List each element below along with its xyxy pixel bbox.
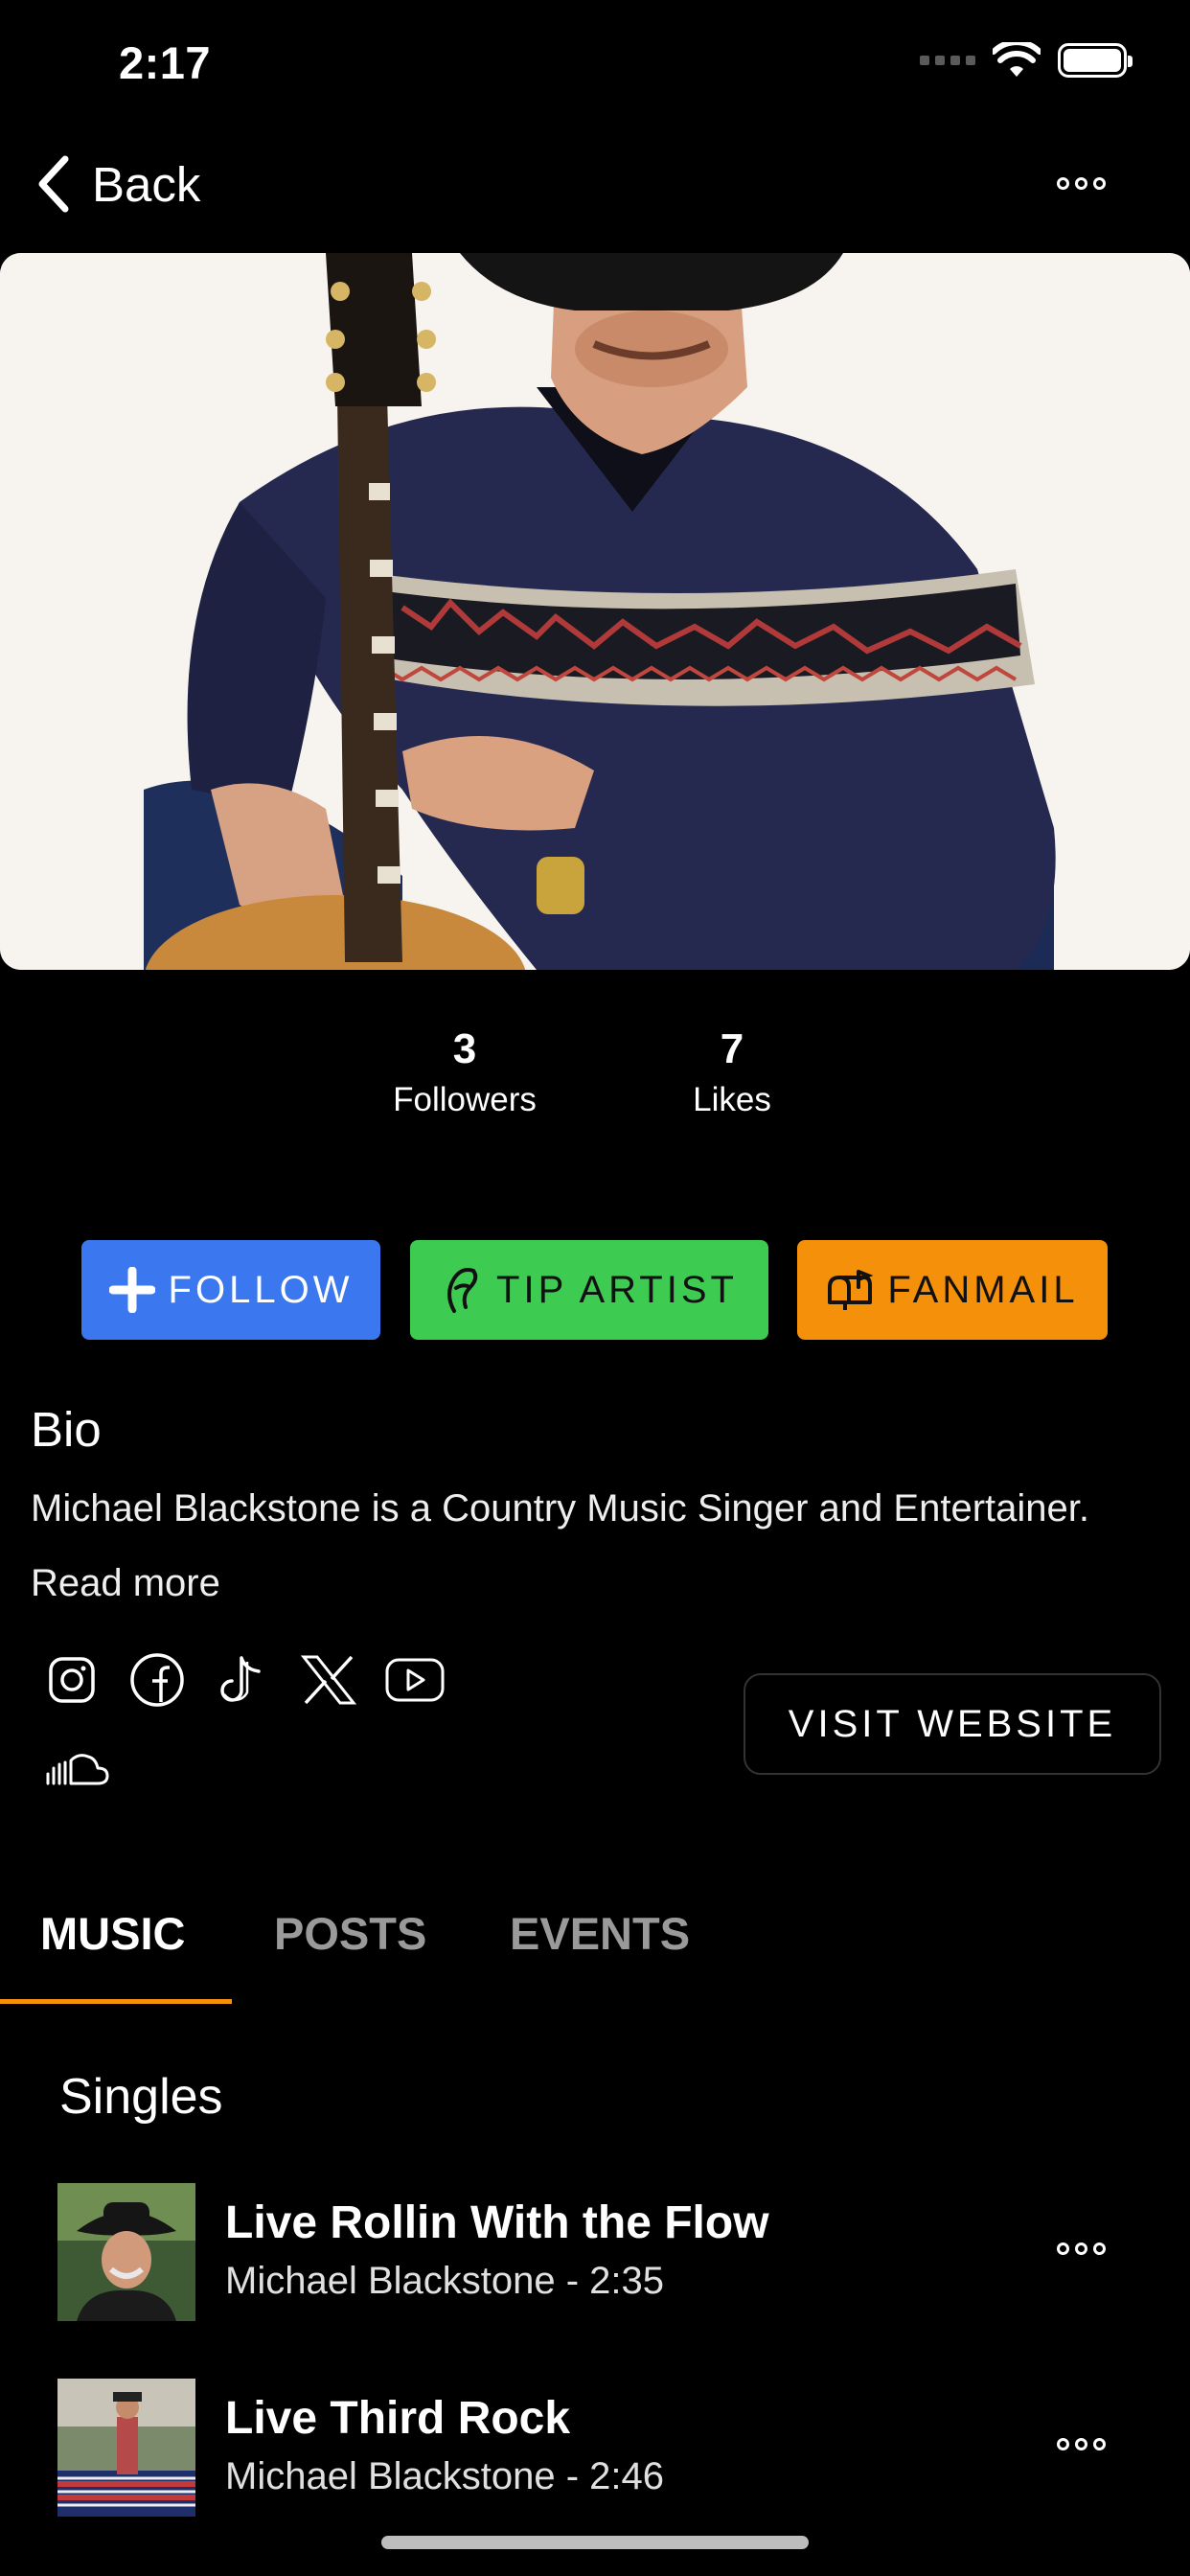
more-dots-icon <box>1057 177 1106 190</box>
track-title: Live Third Rock <box>225 2393 571 2444</box>
likes-stat[interactable]: 7 Likes <box>617 1025 847 1119</box>
soundcloud-icon[interactable] <box>42 1738 111 1798</box>
track-artwork <box>57 2183 195 2321</box>
tip-artist-label: TIP ARTIST <box>496 1268 738 1311</box>
followers-stat[interactable]: 3 Followers <box>350 1025 580 1119</box>
likes-count: 7 <box>720 1025 744 1072</box>
singles-heading: Singles <box>59 2069 223 2125</box>
track-artwork <box>57 2379 195 2517</box>
track-more-button[interactable] <box>1057 2242 1106 2255</box>
tab-events[interactable]: EVENTS <box>510 1907 690 1960</box>
back-button[interactable]: Back <box>34 155 200 213</box>
youtube-icon[interactable] <box>385 1650 445 1710</box>
tab-posts[interactable]: POSTS <box>274 1907 426 1960</box>
more-dots-icon <box>1057 2438 1106 2450</box>
mailbox-icon <box>828 1270 874 1310</box>
likes-label: Likes <box>693 1081 771 1118</box>
chevron-left-icon <box>38 155 69 213</box>
tip-artist-button[interactable]: TIP ARTIST <box>410 1240 768 1340</box>
follow-label: FOLLOW <box>168 1268 354 1311</box>
tab-music[interactable]: MUSIC <box>40 1907 185 1960</box>
artist-profile-screen: 2:17 Back 3 Followers 7 Likes FOLLOW TIP… <box>0 0 1190 2576</box>
track-meta: Michael Blackstone - 2:35 <box>225 2260 665 2302</box>
follow-button[interactable]: FOLLOW <box>81 1240 380 1340</box>
fanmail-button[interactable]: FANMAIL <box>797 1240 1108 1340</box>
home-indicator[interactable] <box>381 2536 809 2549</box>
x-icon[interactable] <box>299 1650 358 1710</box>
cellular-signal-icon <box>920 56 975 65</box>
active-tab-indicator <box>0 1999 232 2004</box>
bio-text: Michael Blackstone is a Country Music Si… <box>31 1487 1089 1530</box>
more-dots-icon <box>1057 2242 1106 2255</box>
back-label: Back <box>92 156 201 212</box>
track-title: Live Rollin With the Flow <box>225 2197 769 2248</box>
more-options-button[interactable] <box>1057 177 1106 190</box>
fanmail-label: FANMAIL <box>887 1268 1079 1311</box>
tiktok-icon[interactable] <box>213 1650 272 1710</box>
battery-icon <box>1058 43 1133 78</box>
instagram-icon[interactable] <box>42 1650 102 1710</box>
visit-website-button[interactable]: VISIT WEBSITE <box>744 1673 1161 1775</box>
track-row[interactable]: Live Third Rock Michael Blackstone - 2:4… <box>0 2379 1190 2522</box>
track-more-button[interactable] <box>1057 2438 1106 2450</box>
wifi-icon <box>993 42 1041 77</box>
followers-label: Followers <box>393 1081 537 1118</box>
read-more-link[interactable]: Read more <box>31 1562 220 1605</box>
status-time: 2:17 <box>119 37 212 88</box>
tip-icon <box>447 1268 478 1313</box>
bio-heading: Bio <box>31 1402 102 1457</box>
track-meta: Michael Blackstone - 2:46 <box>225 2455 665 2497</box>
artist-photo <box>0 253 1190 970</box>
track-row[interactable]: Live Rollin With the Flow Michael Blacks… <box>0 2183 1190 2327</box>
followers-count: 3 <box>452 1025 477 1072</box>
facebook-icon[interactable] <box>127 1650 187 1710</box>
plus-icon <box>108 1267 155 1313</box>
status-icons <box>920 42 1133 79</box>
